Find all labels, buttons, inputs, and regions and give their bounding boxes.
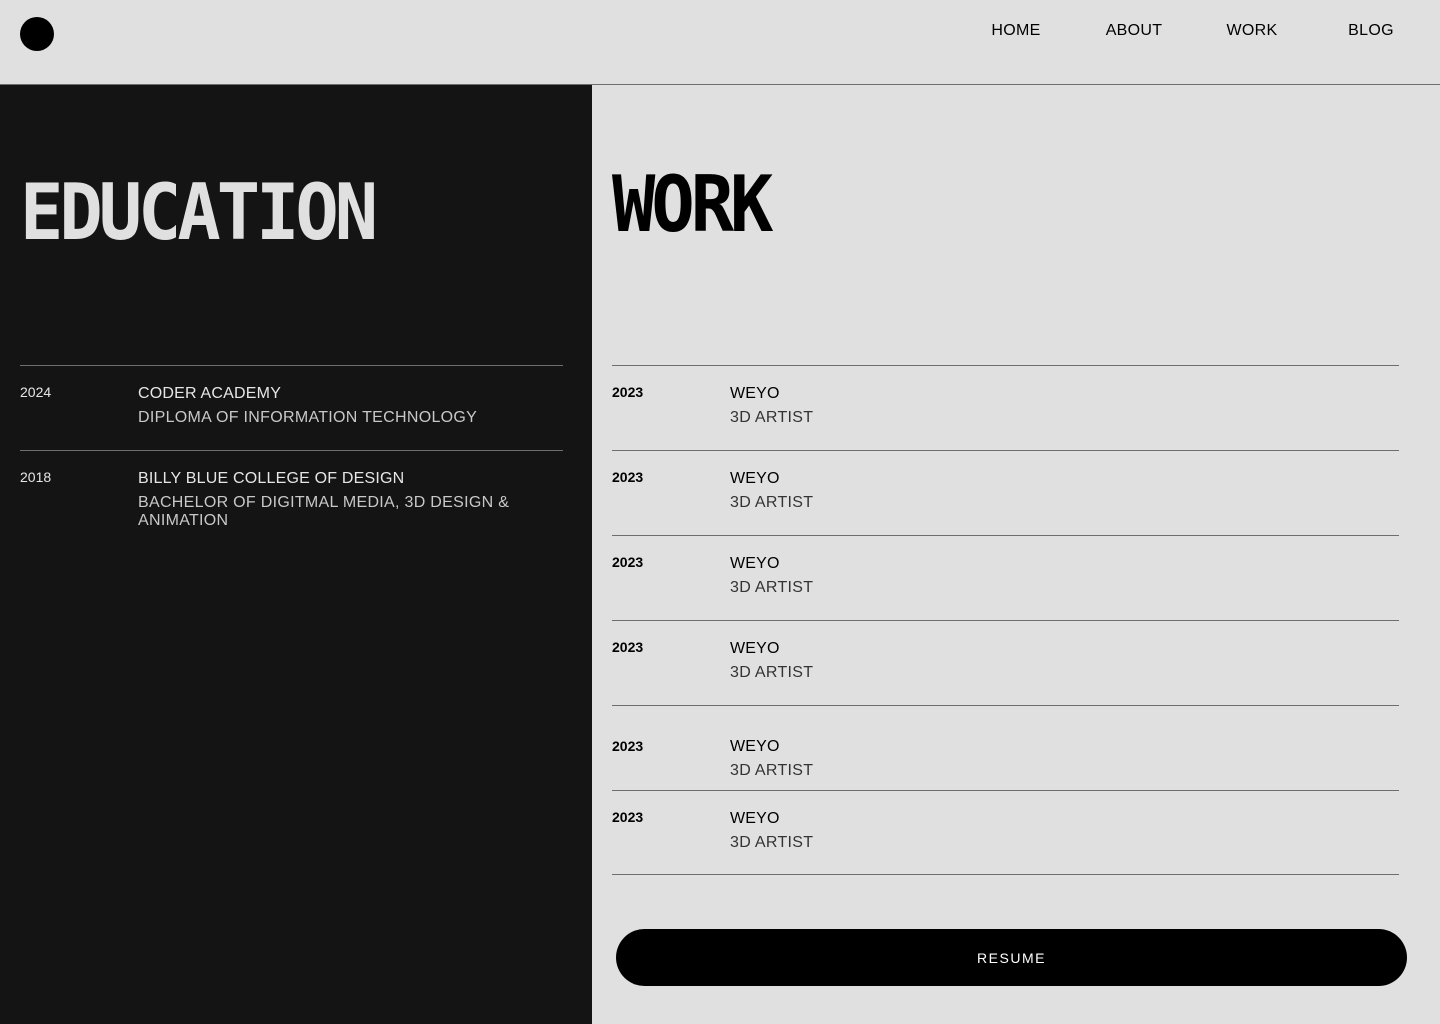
nav-home-link[interactable]: HOME xyxy=(956,22,1076,40)
work-company: WEYO xyxy=(730,640,780,657)
work-company: WEYO xyxy=(730,555,780,572)
work-year: 2023 xyxy=(612,738,644,754)
work-year: 2023 xyxy=(612,469,644,485)
work-row: 2023 WEYO 3D ARTIST xyxy=(612,450,1399,535)
work-row: 2023 WEYO 3D ARTIST xyxy=(612,790,1399,875)
education-row: 2018 BILLY BLUE COLLEGE OF DESIGN BACHEL… xyxy=(20,450,563,535)
work-row: 2023 WEYO 3D ARTIST xyxy=(612,705,1399,790)
education-qualification: DIPLOMA OF INFORMATION TECHNOLOGY xyxy=(138,409,478,426)
nav-about-link[interactable]: ABOUT xyxy=(1074,22,1194,40)
work-year: 2023 xyxy=(612,639,644,655)
work-company: WEYO xyxy=(730,810,780,827)
work-role: 3D ARTIST xyxy=(730,762,814,779)
work-company: WEYO xyxy=(730,738,780,755)
education-qualification: BACHELOR OF DIGITMAL MEDIA, 3D DESIGN & … xyxy=(138,494,510,529)
resume-button[interactable]: RESUME xyxy=(616,929,1407,986)
work-role: 3D ARTIST xyxy=(730,579,814,596)
work-company: WEYO xyxy=(730,470,780,487)
education-institution: BILLY BLUE COLLEGE OF DESIGN xyxy=(138,470,405,487)
work-row: 2023 WEYO 3D ARTIST xyxy=(612,365,1399,450)
work-row: 2023 WEYO 3D ARTIST xyxy=(612,535,1399,620)
work-panel: WORK 2023 WEYO 3D ARTIST 2023 WEYO 3D AR… xyxy=(592,85,1440,1024)
work-list: 2023 WEYO 3D ARTIST 2023 WEYO 3D ARTIST … xyxy=(612,365,1399,875)
work-year: 2023 xyxy=(612,384,644,400)
education-year: 2018 xyxy=(20,469,52,485)
education-panel: EDUCATION 2024 CODER ACADEMY DIPLOMA OF … xyxy=(0,85,592,1024)
education-row: 2024 CODER ACADEMY DIPLOMA OF INFORMATIO… xyxy=(20,365,563,450)
work-year: 2023 xyxy=(612,554,644,570)
education-institution: CODER ACADEMY xyxy=(138,385,282,402)
work-company: WEYO xyxy=(730,385,780,402)
education-title: EDUCATION xyxy=(20,166,378,258)
nav-work-link[interactable]: WORK xyxy=(1192,22,1312,40)
work-role: 3D ARTIST xyxy=(730,664,814,681)
work-role: 3D ARTIST xyxy=(730,494,814,511)
work-title: WORK xyxy=(612,158,773,250)
work-year: 2023 xyxy=(612,809,644,825)
site-header: HOME ABOUT WORK BLOG xyxy=(0,0,1440,85)
education-year: 2024 xyxy=(20,384,52,400)
nav-blog-link[interactable]: BLOG xyxy=(1311,22,1431,40)
main-nav: HOME ABOUT WORK BLOG xyxy=(0,22,1440,42)
work-role: 3D ARTIST xyxy=(730,834,814,851)
work-row: 2023 WEYO 3D ARTIST xyxy=(612,620,1399,705)
work-role: 3D ARTIST xyxy=(730,409,814,426)
education-list: 2024 CODER ACADEMY DIPLOMA OF INFORMATIO… xyxy=(20,365,563,535)
